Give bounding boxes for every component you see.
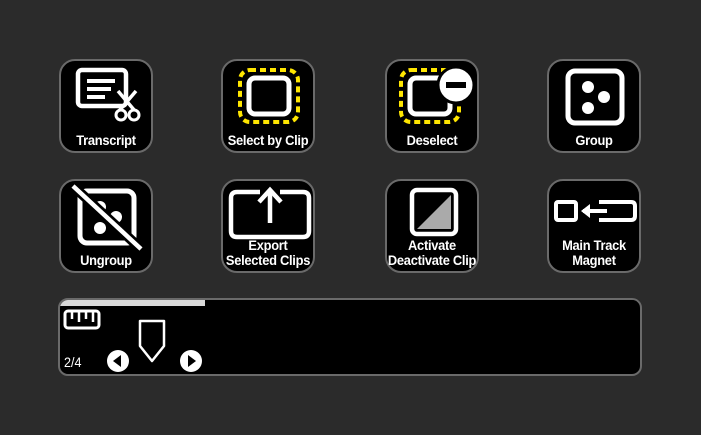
activate-deactivate-clip-button[interactable]: Activate Deactivate Clip <box>385 179 479 273</box>
main-track-magnet-button[interactable]: Main Track Magnet <box>547 179 641 273</box>
page-scroll-panel[interactable]: 2/4 <box>58 298 642 376</box>
group-button[interactable]: Group <box>547 59 641 153</box>
page-progress-fill <box>60 300 205 306</box>
ungroup-label: Ungroup <box>80 252 132 268</box>
ruler-icon <box>63 309 101 330</box>
prev-arrow-icon[interactable] <box>105 348 131 374</box>
export-selected-clips-button[interactable]: Export Selected Clips <box>221 179 315 273</box>
deselect-label: Deselect <box>406 132 458 148</box>
ungroup-button[interactable]: Ungroup <box>59 179 153 273</box>
group-label: Group <box>575 132 613 148</box>
export-selected-clips-label: Export Selected Clips <box>225 237 311 268</box>
page-progress-track <box>60 300 640 306</box>
select-by-clip-button[interactable]: Select by Clip <box>221 59 315 153</box>
playhead-marker-icon[interactable] <box>136 318 168 366</box>
select-by-clip-label: Select by Clip <box>227 132 309 148</box>
transcript-label: Transcript <box>76 132 136 148</box>
activate-deactivate-clip-label: Activate Deactivate Clip <box>387 237 477 268</box>
next-arrow-icon[interactable] <box>178 348 204 374</box>
transcript-button[interactable]: Transcript <box>59 59 153 153</box>
main-track-magnet-label: Main Track Magnet <box>562 237 626 268</box>
page-indicator: 2/4 <box>64 354 82 370</box>
deselect-button[interactable]: Deselect <box>385 59 479 153</box>
